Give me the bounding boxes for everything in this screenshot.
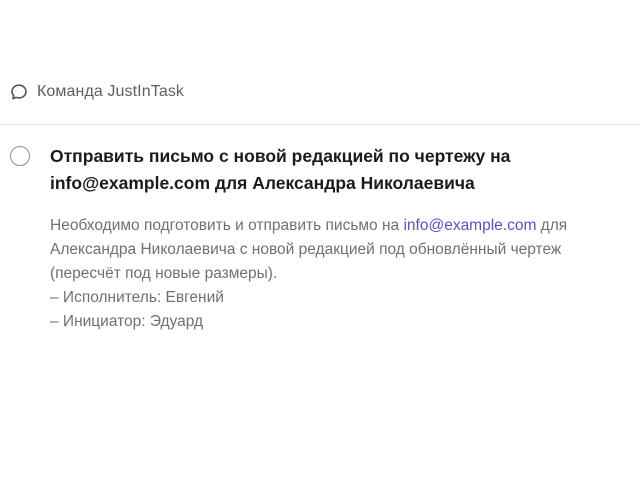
email-link[interactable]: info@example.com [403, 217, 536, 234]
task-title-rest: для Александра Николаевича [210, 173, 475, 193]
description-line2: Александра Николаевича с новой редакцией… [50, 241, 562, 258]
task-title[interactable]: Отправить письмо с новой редакцией по че… [50, 143, 610, 197]
task-description: Необходимо подготовить и отправить письм… [50, 214, 635, 334]
description-line3: (пересчёт под новые размеры). [50, 265, 278, 282]
task-title-line1: Отправить письмо с новой редакцией по че… [50, 146, 511, 166]
description-line1-suffix: для [536, 217, 568, 234]
team-name: Команда JustInTask [37, 83, 185, 100]
description-initiator: – Инициатор: Эдуард [50, 313, 204, 330]
task-complete-checkbox[interactable] [10, 146, 30, 166]
task-title-email: info@example.com [50, 173, 211, 193]
divider [0, 124, 640, 125]
description-line1: Необходимо подготовить и отправить письм… [50, 214, 635, 238]
description-line1-prefix: Необходимо подготовить и отправить письм… [50, 217, 404, 234]
task-detail-page: Команда JustInTask Отправить письмо с но… [0, 0, 640, 480]
description-assignee: – Исполнитель: Евгений [50, 289, 224, 306]
chat-bubble-icon [10, 83, 28, 101]
team-row[interactable]: Команда JustInTask [10, 80, 184, 104]
